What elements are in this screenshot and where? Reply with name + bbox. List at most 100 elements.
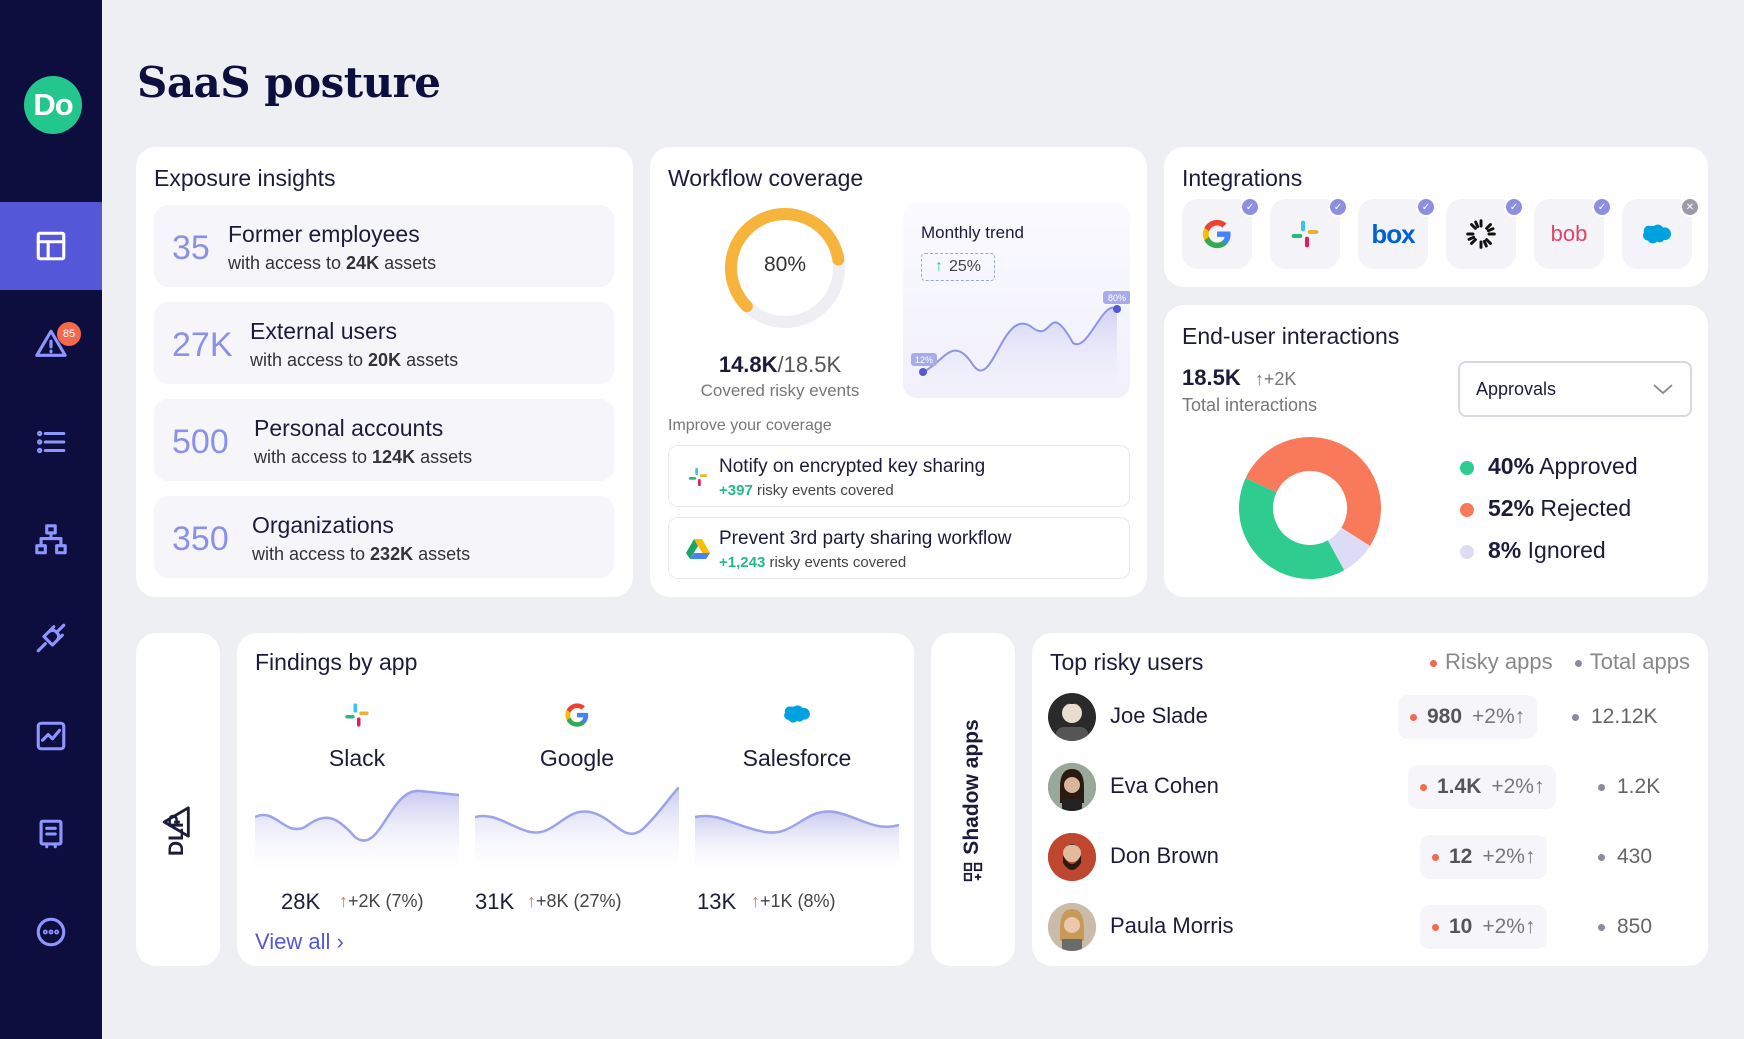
- findings-by-app-card: Findings by app Slack 28K ↑+2K (7%) Goog…: [237, 633, 914, 966]
- exposure-row[interactable]: 35 Former employees with access to 24K a…: [154, 205, 614, 287]
- arrow-up-icon: ↑: [1524, 915, 1536, 938]
- total-apps: 430: [1598, 845, 1652, 869]
- app-finding[interactable]: Slack 28K ↑+2K (7%): [255, 691, 459, 931]
- filter-dropdown[interactable]: Approvals: [1458, 361, 1692, 417]
- nav-integrations[interactable]: [0, 594, 102, 682]
- slack-icon: [688, 467, 708, 487]
- trend-start-point: [919, 368, 927, 376]
- check-icon: ✓: [1504, 197, 1524, 217]
- user-name: Joe Slade: [1110, 703, 1208, 728]
- user-row[interactable]: Eva Cohen 1.4K +2% ↑ 1.2K: [1048, 757, 1698, 817]
- covered-label: Covered risky events: [700, 381, 860, 400]
- view-all-link[interactable]: View all ›: [255, 929, 344, 955]
- more-icon: [36, 917, 66, 947]
- arrow-up-icon: ↑: [1524, 845, 1536, 868]
- card-title: Findings by app: [255, 649, 418, 675]
- app-delta: ↑+8K (27%): [527, 891, 622, 911]
- check-icon: ✓: [1592, 197, 1612, 217]
- nav-more[interactable]: [0, 888, 102, 976]
- user-row[interactable]: Don Brown 12 +2% ↑ 430: [1048, 827, 1698, 887]
- app-sparkline: [475, 787, 679, 877]
- improve-sub: +1,243 risky events covered: [719, 554, 907, 571]
- nav-analytics[interactable]: [0, 692, 102, 780]
- check-icon: ✓: [1328, 197, 1348, 217]
- legend-dot: [1460, 502, 1474, 517]
- nav-hierarchy[interactable]: [0, 496, 102, 584]
- exposure-label: Former employees: [228, 221, 420, 247]
- improve-title: Prevent 3rd party sharing workflow: [719, 528, 1012, 549]
- total-dot: [1598, 783, 1605, 791]
- coverage-gauge: 80%: [720, 203, 850, 333]
- dashboard-icon: [36, 231, 66, 261]
- risky-apps-pill: 980 +2% ↑: [1398, 695, 1538, 739]
- close-icon[interactable]: ✕: [1680, 197, 1700, 217]
- nav-dashboard[interactable]: [0, 202, 102, 290]
- app-name: Salesforce: [742, 745, 852, 771]
- exposure-count: 35: [172, 229, 210, 267]
- improve-label: Improve your coverage: [668, 417, 832, 434]
- total-apps: 12.12K: [1572, 705, 1658, 729]
- improve-sub: +397 risky events covered: [719, 482, 894, 499]
- arrow-up-icon: ↑: [1514, 705, 1526, 728]
- exposure-label: External users: [250, 318, 398, 344]
- arrow-up-icon: ↑: [1254, 369, 1264, 389]
- app-finding[interactable]: Salesforce 13K ↑+1K (8%): [695, 691, 899, 931]
- total-apps: 850: [1598, 915, 1652, 939]
- risky-dot: [1410, 713, 1417, 721]
- nav-list[interactable]: [0, 398, 102, 486]
- app-value: 28K: [281, 889, 321, 914]
- exposure-label: Personal accounts: [254, 415, 444, 441]
- app-delta: ↑+2K (7%): [339, 891, 424, 911]
- plug-icon: [36, 623, 66, 653]
- exposure-count: 350: [172, 520, 229, 558]
- exposure-row[interactable]: 500 Personal accounts with access to 124…: [154, 399, 614, 481]
- app-finding[interactable]: Google 31K ↑+8K (27%): [475, 691, 679, 931]
- avatar: [1048, 833, 1096, 881]
- exposure-row[interactable]: 350 Organizations with access to 232K as…: [154, 496, 614, 578]
- legend-dot: [1574, 659, 1582, 667]
- chart-icon: [36, 721, 66, 751]
- trend-area: [923, 307, 1117, 398]
- improve-item[interactable]: Prevent 3rd party sharing workflow +1,24…: [668, 517, 1130, 579]
- arrow-up-icon: ↑: [1533, 775, 1545, 798]
- card-title: Exposure insights: [154, 165, 336, 191]
- risky-apps-pill: 10 +2% ↑: [1420, 905, 1548, 949]
- avatar: [1048, 693, 1096, 741]
- total-label: Total interactions: [1182, 395, 1318, 415]
- app-delta: ↑+1K (8%): [751, 891, 836, 911]
- arrow-up-icon: ↑: [751, 891, 760, 911]
- nav-alerts[interactable]: 85: [0, 300, 102, 388]
- user-row[interactable]: Joe Slade 980 +2% ↑ 12.12K: [1048, 687, 1698, 747]
- card-title: Top risky users: [1050, 649, 1204, 675]
- app-name: Google: [539, 745, 615, 771]
- user-name: Eva Cohen: [1110, 773, 1219, 798]
- exposure-row[interactable]: 27K External users with access to 20K as…: [154, 302, 614, 384]
- total-interactions: 18.5K ↑+2K: [1182, 365, 1297, 390]
- slack-icon: [1291, 220, 1319, 248]
- card-title: End-user interactions: [1182, 323, 1400, 349]
- risky-dot: [1420, 783, 1427, 791]
- check-icon: ✓: [1416, 197, 1436, 217]
- logo[interactable]: Do: [24, 76, 82, 134]
- app-sparkline: [695, 810, 899, 877]
- exposure-sub: with access to 20K assets: [250, 350, 459, 370]
- avatar: [1048, 763, 1096, 811]
- trend-end-label: 80%: [1108, 293, 1126, 303]
- improve-item[interactable]: Notify on encrypted key sharing +397 ris…: [668, 445, 1130, 507]
- report-icon: [39, 819, 63, 849]
- chevron-down-icon: [1653, 384, 1673, 395]
- salesforce-icon: [1643, 224, 1672, 244]
- exposure-count: 27K: [172, 326, 233, 364]
- user-row[interactable]: Paula Morris 10 +2% ↑ 850: [1048, 897, 1698, 957]
- nav-reports[interactable]: [0, 790, 102, 878]
- chevron-right-icon: ›: [336, 929, 344, 954]
- warning-icon: [162, 806, 190, 838]
- monthly-trend: Monthly trend ↑ 25% 12% 80%: [903, 203, 1130, 398]
- dlp-tab[interactable]: DLP: [136, 633, 220, 966]
- exposure-sub: with access to 124K assets: [254, 447, 473, 467]
- risky-dot: [1432, 853, 1439, 861]
- total-dot: [1598, 853, 1605, 861]
- app-name: Slack: [328, 745, 386, 771]
- card-title: Integrations: [1182, 165, 1303, 191]
- shadow-apps-tab[interactable]: Shadow apps: [931, 633, 1015, 966]
